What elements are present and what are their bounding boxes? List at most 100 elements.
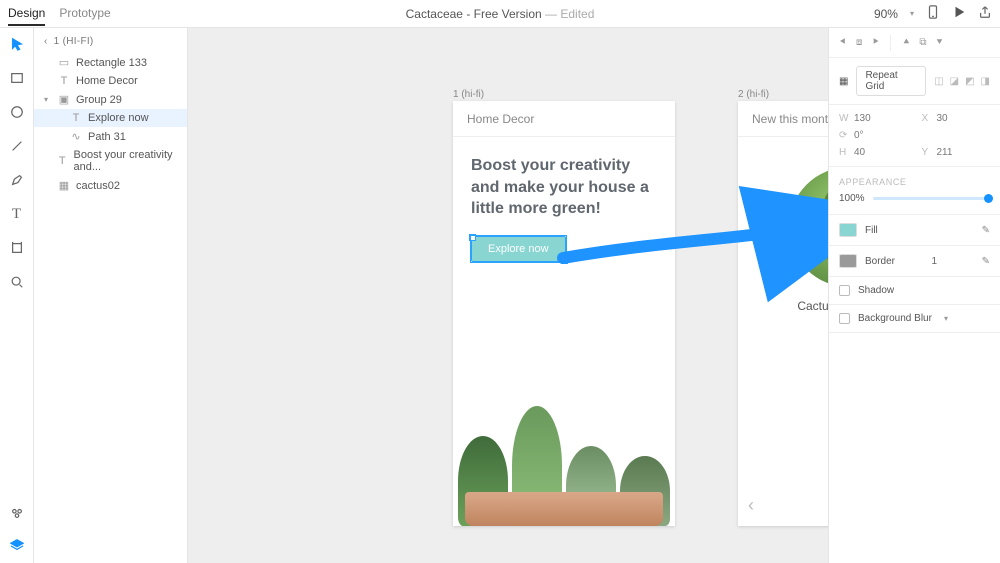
layers-breadcrumb[interactable]: ‹ 1 (HI-FI) xyxy=(34,34,187,53)
repeat-grid-icon: ▦ xyxy=(839,76,848,87)
cta-label: Explore now xyxy=(488,243,549,255)
fill-swatch[interactable] xyxy=(839,223,857,237)
device-preview-icon[interactable] xyxy=(926,5,940,22)
align-top-icon[interactable]: ⯅ xyxy=(902,37,910,48)
opacity-slider[interactable] xyxy=(873,197,990,200)
x-value[interactable]: 30 xyxy=(937,113,948,124)
boolean-int-icon[interactable]: ◩ xyxy=(965,76,974,87)
border-row: Border 1 ✎ xyxy=(829,246,1000,277)
w-label: W xyxy=(839,113,849,124)
share-icon[interactable] xyxy=(978,5,992,22)
header-text: New this month xyxy=(752,112,828,126)
opacity-value[interactable]: 100% xyxy=(839,193,865,204)
layer-row[interactable]: ∿Path 31 xyxy=(34,127,187,146)
rot-label: ⟳ xyxy=(839,130,849,141)
layer-row[interactable]: THome Decor xyxy=(34,72,187,90)
fill-row: Fill ✎ xyxy=(829,215,1000,246)
pen-tool-icon[interactable] xyxy=(9,172,25,188)
artboard-tool-icon[interactable] xyxy=(9,240,25,256)
boolean-sub-icon[interactable]: ◪ xyxy=(950,76,959,87)
breadcrumb-text: 1 (HI-FI) xyxy=(54,36,94,47)
layer-label: Explore now xyxy=(88,112,149,124)
artboard-label[interactable]: 2 (hi-fi) xyxy=(738,89,769,100)
layer-label: cactus02 xyxy=(76,180,120,192)
annotation-arrow xyxy=(558,228,828,293)
y-value[interactable]: 211 xyxy=(937,147,953,158)
layer-label: Rectangle 133 xyxy=(76,57,147,69)
layer-row[interactable]: TBoost your creativity and... xyxy=(34,146,187,176)
layer-label: Boost your creativity and... xyxy=(74,149,187,173)
layer-row[interactable]: ▾▣Group 29 xyxy=(34,90,187,109)
opacity-row: 100% xyxy=(829,193,1000,215)
boolean-exc-icon[interactable]: ◨ xyxy=(981,76,990,87)
artboard-header: Home Decor xyxy=(453,101,675,137)
w-value[interactable]: 130 xyxy=(854,113,871,124)
top-bar: Design Prototype Cactaceae - Free Versio… xyxy=(0,0,1000,28)
select-tool-icon[interactable] xyxy=(9,36,25,52)
x-label: X xyxy=(922,113,932,124)
rectangle-tool-icon[interactable] xyxy=(9,70,25,86)
h-label: H xyxy=(839,147,849,158)
product-price: 5,00 € xyxy=(738,317,828,332)
artboard-label[interactable]: 1 (hi-fi) xyxy=(453,89,484,100)
text-tool-icon[interactable]: T xyxy=(9,206,25,222)
shadow-checkbox[interactable] xyxy=(839,285,850,296)
repeat-grid-row: ▦ Repeat Grid ◫ ◪ ◩ ◨ xyxy=(829,58,1000,105)
artboard-1[interactable]: Home Decor Boost your creativity and mak… xyxy=(453,101,675,526)
ellipse-tool-icon[interactable] xyxy=(9,104,25,120)
doc-state: — Edited xyxy=(545,7,594,21)
layer-row[interactable]: ▭Rectangle 133 xyxy=(34,53,187,72)
appearance-label: APPEARANCE xyxy=(829,167,1000,193)
chevron-left-icon: ‹ xyxy=(44,36,48,47)
zoom-level[interactable]: 90% xyxy=(874,7,898,21)
align-tools: ⯇ ⧈ ⯈ ⯅ ⧉ ⯆ xyxy=(829,28,1000,58)
artboard-header: New this month ••• xyxy=(738,101,828,137)
align-right-icon[interactable]: ⯈ xyxy=(871,37,879,48)
inspector-panel: ⯇ ⧈ ⯈ ⯅ ⧉ ⯆ ▦ Repeat Grid ◫ ◪ ◩ ◨ W 130 X 30 … xyxy=(828,28,1000,563)
geometry-inputs: W 130 X 30 ⟳ 0° H 40 Y 211 xyxy=(829,105,1000,167)
document-title: Cactaceae - Free Version — Edited xyxy=(406,7,595,21)
rot-value[interactable]: 0° xyxy=(854,130,864,141)
shadow-row: Shadow xyxy=(829,277,1000,305)
shadow-label: Shadow xyxy=(858,285,894,296)
repeat-grid-button[interactable]: Repeat Grid xyxy=(856,66,926,96)
border-width-value[interactable]: 1 xyxy=(932,256,938,267)
align-middle-icon[interactable]: ⧉ xyxy=(919,37,926,48)
align-bottom-icon[interactable]: ⯆ xyxy=(936,37,944,48)
align-left-icon[interactable]: ⯇ xyxy=(839,37,847,48)
zoom-caret-icon[interactable]: ▾ xyxy=(910,9,914,18)
line-tool-icon[interactable] xyxy=(9,138,25,154)
explore-now-button[interactable]: Explore now xyxy=(471,236,566,262)
header-text: Home Decor xyxy=(467,112,534,126)
assets-icon[interactable] xyxy=(9,505,25,521)
eyedropper-icon[interactable]: ✎ xyxy=(982,225,990,236)
layer-row-selected[interactable]: TExplore now xyxy=(34,109,187,127)
layer-label: Home Decor xyxy=(76,75,138,87)
border-label: Border xyxy=(865,256,895,267)
layers-panel-icon[interactable] xyxy=(9,537,25,553)
fill-label: Fill xyxy=(865,225,878,236)
bgblur-checkbox[interactable] xyxy=(839,313,850,324)
border-swatch[interactable] xyxy=(839,254,857,268)
product-name: Cactus with flowers xyxy=(738,299,828,313)
mode-tabs: Design Prototype xyxy=(8,2,111,26)
layer-row[interactable]: ▦cactus02 xyxy=(34,176,187,195)
plant-image xyxy=(453,376,675,526)
chevron-left-icon[interactable]: ‹ xyxy=(748,495,754,516)
eyedropper-icon[interactable]: ✎ xyxy=(982,256,990,267)
zoom-tool-icon[interactable] xyxy=(9,274,25,290)
chevron-down-icon[interactable]: ▾ xyxy=(944,314,948,323)
tab-prototype[interactable]: Prototype xyxy=(59,2,110,26)
layers-panel: ‹ 1 (HI-FI) ▭Rectangle 133 THome Decor ▾… xyxy=(34,28,188,563)
tool-toolbar: T xyxy=(0,28,34,563)
boolean-add-icon[interactable]: ◫ xyxy=(934,76,943,87)
tab-design[interactable]: Design xyxy=(8,2,45,26)
h-value[interactable]: 40 xyxy=(854,147,865,158)
layer-label: Path 31 xyxy=(88,131,126,143)
canvas[interactable]: 1 (hi-fi) Home Decor Boost your creativi… xyxy=(188,28,828,563)
play-icon[interactable] xyxy=(952,5,966,22)
layer-label: Group 29 xyxy=(76,94,122,106)
align-center-h-icon[interactable]: ⧈ xyxy=(856,37,862,48)
y-label: Y xyxy=(922,147,932,158)
artboard-2[interactable]: New this month ••• Cactus with flowers 5… xyxy=(738,101,828,526)
